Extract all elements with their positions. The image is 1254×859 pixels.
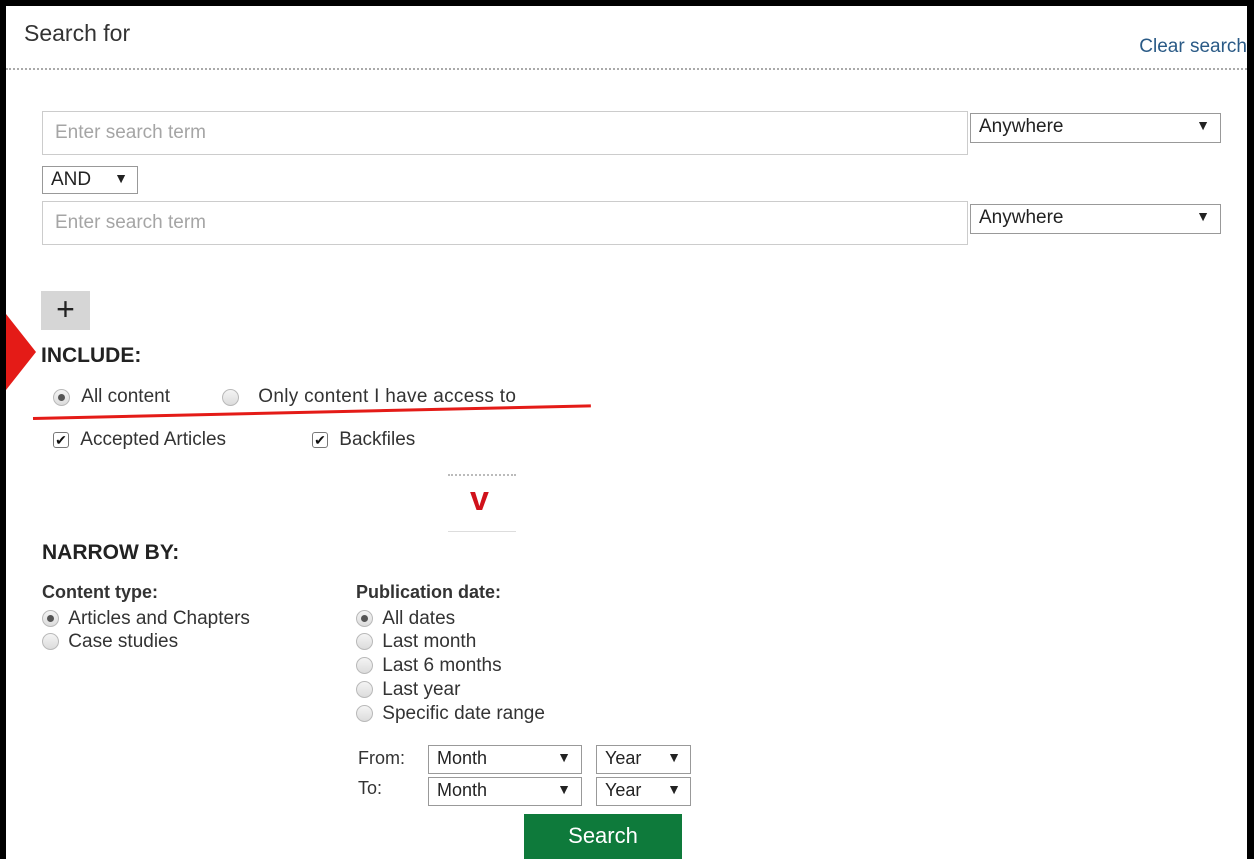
radio-unselected-icon xyxy=(222,388,239,406)
chevron-down-icon: v xyxy=(470,480,489,518)
red-annotation-arrow-icon xyxy=(6,314,36,390)
from-month-select[interactable]: Month ▼ xyxy=(428,745,582,774)
checkbox-checked-icon: ✔ xyxy=(53,432,69,448)
accepted-articles-checkbox[interactable]: ✔ Accepted Articles xyxy=(53,429,226,451)
dropdown-arrow-icon: ▼ xyxy=(114,170,128,186)
pub-date-last-year-radio[interactable]: Last year xyxy=(356,678,460,701)
plus-icon: + xyxy=(56,291,75,327)
radio-selected-icon xyxy=(42,610,59,628)
expand-toggle[interactable]: v xyxy=(448,474,516,532)
scope-select-1[interactable]: Anywhere ▼ xyxy=(970,113,1221,143)
radio-unselected-icon xyxy=(356,681,373,699)
scope-select-1-value: Anywhere xyxy=(979,116,1064,137)
from-year-value: Year xyxy=(605,748,642,768)
pub-date-last-6-months-radio[interactable]: Last 6 months xyxy=(356,654,502,677)
pub-date-all-label: All dates xyxy=(382,608,456,630)
dropdown-arrow-icon: ▼ xyxy=(667,749,681,765)
pub-date-specific-range-label: Specific date range xyxy=(382,703,545,725)
dropdown-arrow-icon: ▼ xyxy=(557,749,571,765)
from-year-select[interactable]: Year ▼ xyxy=(596,745,691,774)
checkbox-checked-icon: ✔ xyxy=(312,432,328,448)
scope-select-2[interactable]: Anywhere ▼ xyxy=(970,204,1221,234)
content-type-articles-label: Articles and Chapters xyxy=(68,608,250,630)
dropdown-arrow-icon: ▼ xyxy=(667,781,681,797)
backfiles-checkbox[interactable]: ✔ Backfiles xyxy=(312,429,415,451)
backfiles-label: Backfiles xyxy=(339,429,416,450)
pub-date-last-year-label: Last year xyxy=(382,679,461,701)
dropdown-arrow-icon: ▼ xyxy=(1196,117,1210,133)
include-access-only-label: Only content I have access to xyxy=(258,386,517,407)
from-month-value: Month xyxy=(437,748,488,768)
from-label: From: xyxy=(358,748,405,768)
search-button[interactable]: Search xyxy=(524,814,682,859)
clear-search-link[interactable]: Clear search xyxy=(1139,36,1247,58)
pub-date-last-month-label: Last month xyxy=(382,631,477,653)
to-year-value: Year xyxy=(605,780,642,800)
radio-unselected-icon xyxy=(356,657,373,675)
narrow-by-heading: NARROW BY: xyxy=(42,541,180,564)
include-all-content-radio[interactable]: All content xyxy=(53,386,170,408)
include-all-content-label: All content xyxy=(81,386,171,407)
radio-selected-icon xyxy=(53,388,70,406)
accepted-articles-label: Accepted Articles xyxy=(80,429,227,450)
boolean-operator-select[interactable]: AND ▼ xyxy=(42,166,138,194)
dropdown-arrow-icon: ▼ xyxy=(557,781,571,797)
radio-unselected-icon xyxy=(356,633,373,651)
search-header: Search for Clear search xyxy=(6,6,1247,70)
add-row-button[interactable]: + xyxy=(41,291,90,330)
to-month-value: Month xyxy=(437,780,488,800)
to-year-select[interactable]: Year ▼ xyxy=(596,777,691,806)
radio-selected-icon xyxy=(356,610,373,628)
page-title: Search for xyxy=(24,20,131,46)
to-label: To: xyxy=(358,778,383,798)
pub-date-specific-range-radio[interactable]: Specific date range xyxy=(356,702,545,725)
dotted-divider xyxy=(448,474,516,476)
to-month-select[interactable]: Month ▼ xyxy=(428,777,582,806)
radio-unselected-icon xyxy=(356,705,373,723)
advanced-search-panel: Search for Clear search Anywhere ▼ AND ▼… xyxy=(6,6,1247,859)
publication-date-label: Publication date: xyxy=(356,582,502,602)
content-type-articles-radio[interactable]: Articles and Chapters xyxy=(42,607,250,630)
pub-date-last-6-months-label: Last 6 months xyxy=(382,655,502,677)
pub-date-last-month-radio[interactable]: Last month xyxy=(356,630,476,653)
include-heading: INCLUDE: xyxy=(41,344,142,367)
include-access-only-radio[interactable]: Only content I have access to xyxy=(222,386,516,408)
content-type-case-studies-radio[interactable]: Case studies xyxy=(42,630,178,653)
operator-value: AND xyxy=(51,169,92,190)
search-term-input-2[interactable] xyxy=(42,201,968,245)
dropdown-arrow-icon: ▼ xyxy=(1196,208,1210,224)
pub-date-all-radio[interactable]: All dates xyxy=(356,607,455,630)
radio-unselected-icon xyxy=(42,633,59,651)
scope-select-2-value: Anywhere xyxy=(979,207,1064,228)
divider xyxy=(448,531,516,532)
content-type-label: Content type: xyxy=(42,582,158,602)
search-term-input-1[interactable] xyxy=(42,111,968,155)
content-type-case-studies-label: Case studies xyxy=(68,631,179,653)
